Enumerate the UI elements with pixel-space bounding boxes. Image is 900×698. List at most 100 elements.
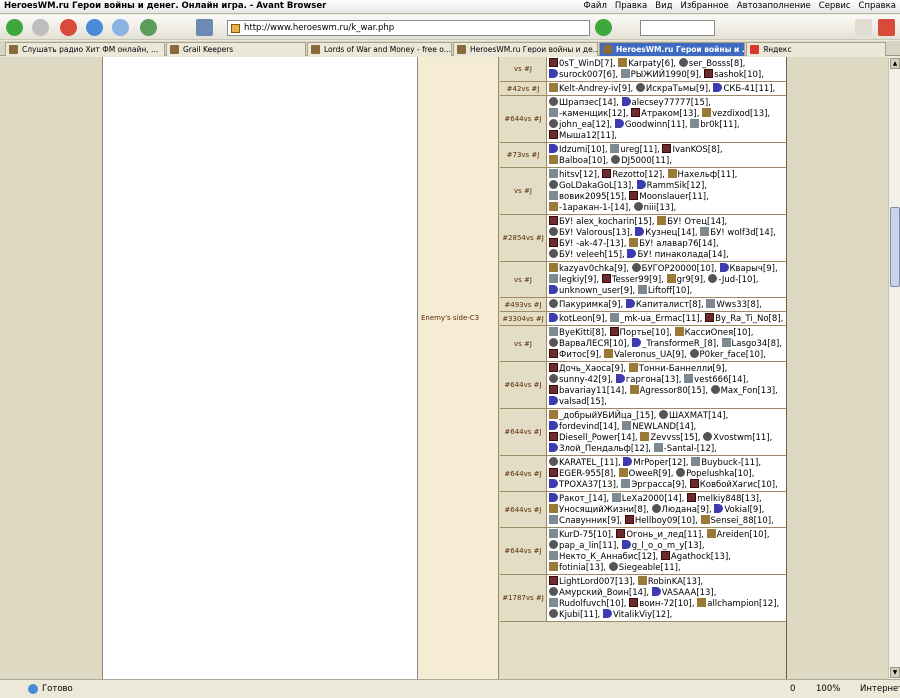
player-link[interactable]: P0ker_face[10] — [689, 349, 763, 360]
battle-id[interactable]: #493vs #J — [500, 298, 547, 311]
player-link[interactable]: g_l_o_o_m_y[13] — [621, 540, 702, 551]
player-link[interactable]: Портье[10] — [609, 327, 669, 338]
player-link[interactable]: -Santal-[12] — [653, 443, 714, 454]
player-link[interactable]: VASAAA[13] — [651, 587, 714, 598]
player-link[interactable]: Moonslauer[11] — [629, 191, 706, 202]
player-link[interactable]: 0sT_WinD[7] — [549, 58, 613, 69]
player-link[interactable]: Фитос[9] — [549, 349, 599, 360]
player-link[interactable]: -1аракан-1-[14] — [549, 202, 628, 213]
player-link[interactable]: Тонни-Баннелли[9] — [628, 363, 725, 374]
battle-id[interactable]: #3304vs #J — [500, 312, 547, 325]
player-link[interactable]: john_ea[12] — [549, 119, 609, 130]
menu-item[interactable]: Правка — [615, 1, 647, 11]
player-link[interactable]: Kjubi[11] — [549, 609, 598, 620]
player-link[interactable]: legkiy[9] — [549, 274, 596, 285]
player-link[interactable]: Rudolfuvch[10] — [549, 598, 624, 609]
battle-id[interactable]: #644vs #J — [500, 528, 547, 574]
battle-id[interactable]: vs #J — [500, 168, 547, 214]
cursor-icon[interactable] — [196, 19, 213, 36]
battle-id[interactable]: #644vs #J — [500, 96, 547, 142]
player-link[interactable]: РЫЖИЙ1990[9] — [620, 69, 699, 80]
player-link[interactable]: Kelt-Andrey-iv[9] — [549, 83, 630, 94]
address-bar[interactable]: http://www.heroeswm.ru/k_war.php — [227, 20, 590, 36]
player-link[interactable]: IvanKOS[8] — [662, 144, 720, 155]
player-link[interactable]: БУ! Отец[14] — [657, 216, 724, 227]
player-link[interactable]: ureg[11] — [610, 144, 657, 155]
player-link[interactable]: Agressor80[15] — [629, 385, 705, 396]
player-link[interactable]: Мыша12[11] — [549, 130, 614, 141]
player-link[interactable]: Goodwinn[11] — [614, 119, 685, 130]
back-icon[interactable] — [6, 19, 23, 36]
player-link[interactable]: By_Ra_Ti_No[8] — [705, 313, 781, 324]
player-link[interactable]: Idzumi[10] — [549, 144, 605, 155]
menu-item[interactable]: Справка — [859, 1, 896, 11]
player-link[interactable]: Siegeable[11] — [608, 562, 678, 573]
player-link[interactable]: ШАХМАТ[14] — [659, 410, 726, 421]
history-icon[interactable] — [140, 19, 157, 36]
tab-grail-keepers[interactable]: Grail Keepers — [166, 42, 306, 56]
player-link[interactable]: БУ! veleeh[15] — [549, 249, 622, 260]
player-link[interactable]: БУ! -ak-47-[13] — [549, 238, 624, 249]
forward-icon[interactable] — [32, 19, 49, 36]
player-link[interactable]: pap_a_lin[11] — [549, 540, 616, 551]
tab-yandex[interactable]: Яндекс — [746, 42, 886, 56]
player-link[interactable]: Karpaty[6] — [618, 58, 673, 69]
player-link[interactable]: БУ! алавар76[14] — [629, 238, 716, 249]
player-link[interactable]: EGER-955[8] — [549, 468, 613, 479]
player-link[interactable]: GoLDakaGoL[13] — [549, 180, 631, 191]
player-link[interactable]: _mk-ua_Ermac[11] — [610, 313, 700, 324]
player-link[interactable]: УносящийЖизни[8] — [549, 504, 646, 515]
menu-item[interactable]: Вид — [655, 1, 672, 11]
player-link[interactable]: unknown_user[9] — [549, 285, 632, 296]
player-link[interactable]: hitsv[12] — [549, 169, 597, 180]
battle-id[interactable]: vs #J — [500, 57, 547, 81]
player-link[interactable]: Некто_К_Аннабис[12] — [549, 551, 655, 562]
player-link[interactable]: ТРОХА37[13] — [549, 479, 616, 490]
player-link[interactable]: Zevvss[15] — [640, 432, 698, 443]
player-link[interactable]: ser_Bosss[8] — [678, 58, 743, 69]
player-link[interactable]: СКБ-41[11] — [713, 83, 773, 94]
player-link[interactable]: Пакуримка[9] — [549, 299, 620, 310]
player-link[interactable]: Balboa[10] — [549, 155, 606, 166]
battle-id[interactable]: #73vs #J — [500, 143, 547, 167]
player-link[interactable]: niii[13] — [633, 202, 674, 213]
player-link[interactable]: Wws33[8] — [706, 299, 759, 310]
player-link[interactable]: Людана[9] — [651, 504, 709, 515]
player-link[interactable]: kazyav0chka[9] — [549, 263, 626, 274]
player-link[interactable]: melkiy848[13] — [687, 493, 759, 504]
player-link[interactable]: Hellboy09[10] — [624, 515, 695, 526]
player-link[interactable]: OweeR[9] — [618, 468, 671, 479]
player-link[interactable]: БУ! wolf3d[14] — [700, 227, 773, 238]
battle-id[interactable]: #644vs #J — [500, 409, 547, 455]
player-link[interactable]: LeXa2000[14] — [611, 493, 682, 504]
menu-item[interactable]: Автозаполнение — [737, 1, 811, 11]
player-link[interactable]: -каменщик[12] — [549, 108, 626, 119]
player-link[interactable]: valsad[15] — [549, 396, 604, 407]
vertical-scrollbar[interactable]: ▲ ▼ — [888, 57, 900, 679]
player-link[interactable]: allchampion[12] — [697, 598, 777, 609]
tab-radio[interactable]: Слушать радио Хит ФМ онлайн, ... — [5, 42, 165, 56]
player-link[interactable]: БУ! Valorous[13] — [549, 227, 630, 238]
player-link[interactable]: гаргона[13] — [615, 374, 679, 385]
player-link[interactable]: RammSik[12] — [636, 180, 704, 191]
scroll-up-button[interactable]: ▲ — [890, 58, 900, 69]
player-link[interactable]: ВарваЛЕСЯ[10] — [549, 338, 627, 349]
player-link[interactable]: Ракот_[14] — [549, 493, 606, 504]
player-link[interactable]: Sensei_88[10] — [700, 515, 771, 526]
player-link[interactable]: RobinKA[13] — [637, 576, 700, 587]
player-link[interactable]: sashok[10] — [704, 69, 761, 80]
player-link[interactable]: KurD-75[10] — [549, 529, 611, 540]
menu-item[interactable]: Сервис — [819, 1, 851, 11]
stop-icon[interactable] — [60, 19, 77, 36]
player-link[interactable]: Liftoff[10] — [637, 285, 690, 296]
menu-item[interactable]: Файл — [583, 1, 606, 11]
player-link[interactable]: Valeronus_UA[9] — [604, 349, 684, 360]
player-link[interactable]: bavariay11[14] — [549, 385, 624, 396]
home-icon[interactable] — [112, 19, 129, 36]
player-link[interactable]: ИскраТьмы[9] — [635, 83, 708, 94]
player-link[interactable]: вовик2095[15] — [549, 191, 624, 202]
search-input[interactable] — [640, 20, 715, 36]
player-link[interactable]: КассиОпея[10] — [674, 327, 751, 338]
player-link[interactable]: -Jud-[10] — [708, 274, 756, 285]
player-link[interactable]: Lasgo34[8] — [721, 338, 779, 349]
